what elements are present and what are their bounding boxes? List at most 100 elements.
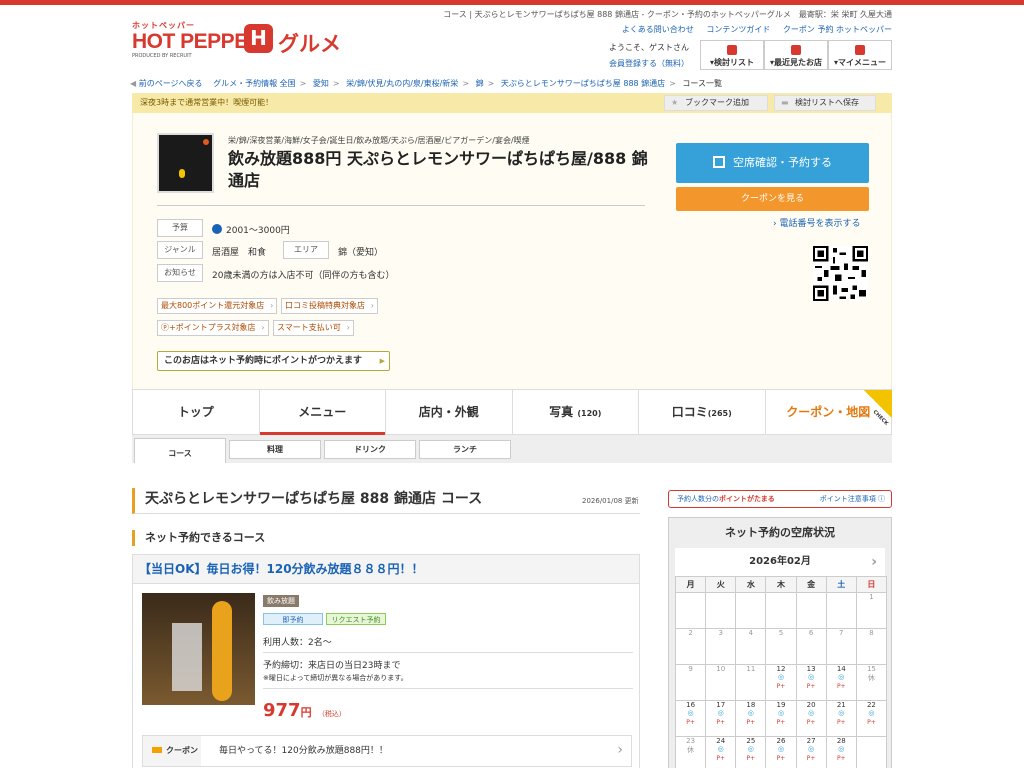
faq-link[interactable]: よくある問い合わせ bbox=[622, 25, 694, 34]
calendar-day[interactable]: 16 ◎ P+ bbox=[674, 700, 707, 737]
folder-icon: ▬ bbox=[781, 98, 789, 107]
mymenu-button[interactable]: ▾マイメニュー bbox=[828, 40, 892, 70]
tag-review[interactable]: 口コミ投稿特典対象店 bbox=[281, 298, 378, 314]
calendar-day[interactable]: 28 ◎ P+ bbox=[825, 736, 857, 768]
shop-name: 飲み放題888円 天ぷらとレモンサワーぱちぱち屋/888 錦通店 bbox=[228, 149, 648, 190]
tab-menu[interactable]: メニュー bbox=[259, 390, 386, 435]
shop-tabs: トップ メニュー 店内・外観 写真 (120) 口コミ(265) クーポン・地図… bbox=[132, 389, 892, 435]
clock-icon bbox=[791, 45, 801, 55]
calendar-day[interactable]: 20 ◎ P+ bbox=[795, 700, 827, 737]
breadcrumb-nishiki[interactable]: 錦 bbox=[476, 79, 484, 88]
calendar-week: 23 休 24 ◎ P+ 25 ◎ P+ 26 ◎ P+ 27 ◎ P+ 28 ◎ P+ bbox=[674, 736, 888, 768]
breadcrumb-area[interactable]: 栄/錦/伏見/丸の内/泉/東桜/新栄 bbox=[346, 79, 458, 88]
badge-request: リクエスト予約 bbox=[326, 613, 386, 625]
sub-tabs: コース 料理 ドリンク ランチ bbox=[132, 435, 892, 463]
tag-pointplus[interactable]: ⓟ+ポイントプラス対象店 bbox=[157, 320, 269, 336]
show-phone-link[interactable]: › 電話番号を表示する bbox=[773, 216, 860, 229]
calendar-day[interactable]: 19 ◎ P+ bbox=[765, 700, 797, 737]
bookmark-button[interactable]: ★ ブックマーク追加 bbox=[664, 95, 768, 111]
genre-label: ジャンル bbox=[157, 241, 203, 259]
tab-top[interactable]: トップ bbox=[133, 390, 260, 434]
availability-calendar: ネット予約の空席状況 2026年02月 月 火 水 木 金 土 日 1 2345… bbox=[668, 517, 892, 768]
logo-gurume-text: グルメ bbox=[278, 32, 341, 56]
calendar-table: 月 火 水 木 金 土 日 1 2345678 91011 12◎P+ bbox=[674, 576, 888, 768]
header-links: よくある問い合わせ コンテンツガイド クーポン 予約 ホットペッパー bbox=[612, 24, 892, 35]
course-note: ※曜日によって締切が異なる場合があります。 bbox=[263, 674, 408, 682]
coupon-button[interactable]: クーポンを見る bbox=[676, 187, 869, 211]
course-card: 【当日OK】毎日お得！120分飲み放題８８８円！！ 飲み放題 即予約 リクエスト… bbox=[132, 554, 640, 768]
tag-points[interactable]: 最大800ポイント還元対象店 bbox=[157, 298, 278, 314]
greeting-text: ようこそ、ゲストさん bbox=[609, 43, 689, 52]
calendar-week: 2345678 bbox=[674, 628, 888, 665]
save-shortlist-button[interactable]: ▬ 検討リストへ保存 bbox=[774, 95, 876, 111]
course-coupon[interactable]: クーポン 毎日やってる！120分飲み放題888円！！ bbox=[142, 735, 632, 767]
back-link[interactable]: 前のページへ戻る bbox=[139, 79, 203, 88]
badge-instant: 即予約 bbox=[263, 613, 323, 625]
page-title: 天ぷらとレモンサワーぱちぱち屋 888 錦通店 コース bbox=[132, 488, 640, 514]
check-badge: CHECK bbox=[864, 390, 892, 427]
guide-link[interactable]: コンテンツガイド bbox=[706, 25, 770, 34]
shortlist-button[interactable]: ▾検討リスト bbox=[700, 40, 764, 70]
coupon-label: クーポン bbox=[143, 736, 201, 766]
tab-photos[interactable]: 写真 (120) bbox=[513, 390, 639, 434]
notice-text: 深夜3時まで通常営業中！喫煙可能！ bbox=[140, 98, 274, 107]
reserve-link[interactable]: クーポン 予約 ホットペッパー bbox=[783, 25, 892, 34]
info-value: 20歳未満の方は入店不可（同伴の方も含む） bbox=[212, 271, 395, 281]
reserve-button[interactable]: 空席確認・予約する bbox=[676, 143, 869, 183]
calendar-day[interactable]: 26 ◎ P+ bbox=[765, 736, 797, 768]
calendar-day[interactable]: 14 ◎ P+ bbox=[825, 664, 857, 701]
moon-icon bbox=[212, 224, 222, 234]
logo-h-icon: H bbox=[244, 24, 273, 53]
breadcrumb-shop[interactable]: 天ぷらとレモンサワーぱちぱち屋 888 錦通店 bbox=[501, 79, 665, 88]
calendar-day[interactable]: 18 ◎ P+ bbox=[735, 700, 767, 737]
calendar-month[interactable]: 2026年02月 bbox=[675, 548, 885, 576]
notice-bar: 深夜3時まで通常営業中！喫煙可能！ ★ ブックマーク追加 ▬ 検討リストへ保存 bbox=[132, 93, 892, 113]
breadcrumb-current: コース一覧 bbox=[682, 79, 723, 88]
qr-code-icon bbox=[813, 246, 868, 301]
calendar-day[interactable]: 12 ◎ P+ bbox=[765, 664, 797, 701]
calendar-day[interactable]: 17 ◎ P+ bbox=[705, 700, 737, 737]
point-usage-banner[interactable]: このお店はネット予約時にポイントがつかえます bbox=[157, 351, 390, 371]
recent-button[interactable]: ▾最近見たお店 bbox=[764, 40, 828, 70]
tab-coupon-map[interactable]: クーポン・地図 CHECK bbox=[766, 390, 892, 434]
site-header: ホットペッパー HOT PEPPER PRODUCED BY RECRUIT H… bbox=[132, 5, 892, 75]
tab-interior[interactable]: 店内・外観 bbox=[386, 390, 513, 434]
calendar-day[interactable]: 13 ◎ P+ bbox=[795, 664, 827, 701]
breadcrumb-national[interactable]: グルメ・予約情報 全国 bbox=[213, 79, 296, 88]
calendar-day[interactable]: 21 ◎ P+ bbox=[825, 700, 857, 737]
back-arrow-icon: ◀ bbox=[130, 79, 139, 88]
points-caution-link[interactable]: ポイント注意事項 ⓘ bbox=[820, 491, 885, 507]
calendar-day[interactable]: 22 ◎ P+ bbox=[855, 700, 888, 737]
updated-date: 2026/01/08 更新 bbox=[582, 497, 639, 505]
calendar-day[interactable]: 27 ◎ P+ bbox=[795, 736, 827, 768]
tab-reviews[interactable]: 口コミ(265) bbox=[639, 390, 766, 434]
user-icon bbox=[855, 45, 865, 55]
breadcrumb-aichi[interactable]: 愛知 bbox=[313, 79, 329, 88]
logo-produced: PRODUCED BY RECRUIT bbox=[132, 53, 192, 59]
course-image[interactable] bbox=[142, 593, 255, 705]
calendar-day[interactable]: 24 ◎ P+ bbox=[705, 736, 737, 768]
budget-value: 2001～3000円 bbox=[212, 223, 290, 236]
area-value: 錦（愛知） bbox=[338, 248, 384, 258]
subtab-course[interactable]: コース bbox=[134, 438, 226, 463]
genre-value: 居酒屋 和食 bbox=[212, 248, 267, 258]
subtab-food[interactable]: 料理 bbox=[229, 440, 321, 459]
photo-count: (120) bbox=[577, 409, 602, 418]
course-price: 977円 （税込） bbox=[263, 700, 346, 721]
calendar-day[interactable]: 25 ◎ P+ bbox=[735, 736, 767, 768]
register-link[interactable]: 会員登録する（無料） bbox=[609, 56, 689, 72]
review-count: (265) bbox=[707, 409, 732, 418]
tag-smartpay[interactable]: スマート支払い可 bbox=[273, 320, 354, 336]
user-greeting: ようこそ、ゲストさん 会員登録する（無料） bbox=[609, 40, 689, 72]
calendar-week: 1 bbox=[674, 592, 888, 629]
site-logo[interactable]: ホットペッパー HOT PEPPER PRODUCED BY RECRUIT H… bbox=[132, 20, 341, 59]
recent-label: ▾最近見たお店 bbox=[769, 58, 822, 67]
course-deadline: 予約締切：来店日の当日23時まで bbox=[263, 661, 401, 671]
shop-thumbnail[interactable] bbox=[157, 133, 214, 193]
star-icon: ★ bbox=[671, 98, 679, 107]
calendar-heading: ネット予約の空席状況 bbox=[725, 526, 835, 539]
sidebar: 予約人数分のポイントがたまる ポイント注意事項 ⓘ ネット予約の空席状況 2026… bbox=[668, 490, 892, 768]
subtab-lunch[interactable]: ランチ bbox=[419, 440, 511, 459]
course-title-link[interactable]: 【当日OK】毎日お得！120分飲み放題８８８円！！ bbox=[133, 555, 639, 584]
subtab-drink[interactable]: ドリンク bbox=[324, 440, 416, 459]
